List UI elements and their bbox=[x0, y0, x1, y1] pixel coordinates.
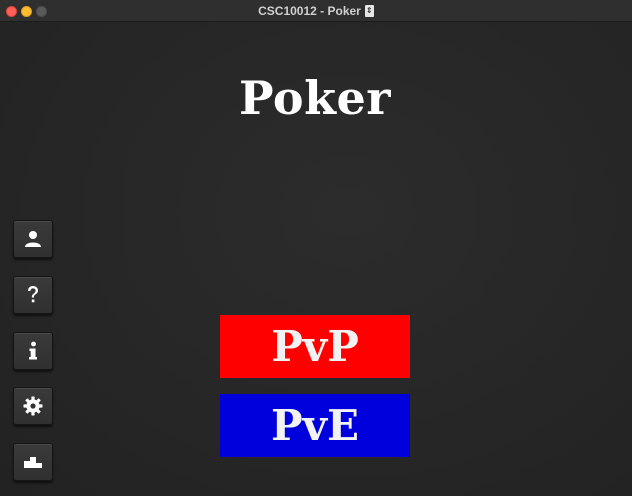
info-icon bbox=[29, 341, 37, 360]
window-title-group: CSC10012 - Poker ⇕ bbox=[0, 0, 632, 22]
pvp-button[interactable]: PvP bbox=[220, 315, 410, 378]
user-icon bbox=[25, 231, 41, 247]
leaderboard-button[interactable] bbox=[13, 443, 53, 481]
title-bar: CSC10012 - Poker ⇕ bbox=[0, 0, 632, 22]
window-title: CSC10012 - Poker bbox=[258, 4, 361, 18]
app-window: CSC10012 - Poker ⇕ Poker PvP PvE bbox=[0, 0, 632, 496]
document-proxy-icon[interactable]: ⇕ bbox=[364, 5, 374, 17]
info-button[interactable] bbox=[13, 332, 53, 370]
help-button[interactable] bbox=[13, 276, 53, 314]
page-title: Poker bbox=[239, 71, 391, 125]
pve-button[interactable]: PvE bbox=[220, 394, 410, 457]
settings-button[interactable] bbox=[13, 387, 53, 425]
gear-icon bbox=[23, 396, 43, 416]
main-content: Poker PvP PvE bbox=[0, 22, 632, 496]
question-icon bbox=[28, 286, 38, 303]
podium-icon bbox=[24, 457, 42, 468]
profile-button[interactable] bbox=[13, 220, 53, 258]
